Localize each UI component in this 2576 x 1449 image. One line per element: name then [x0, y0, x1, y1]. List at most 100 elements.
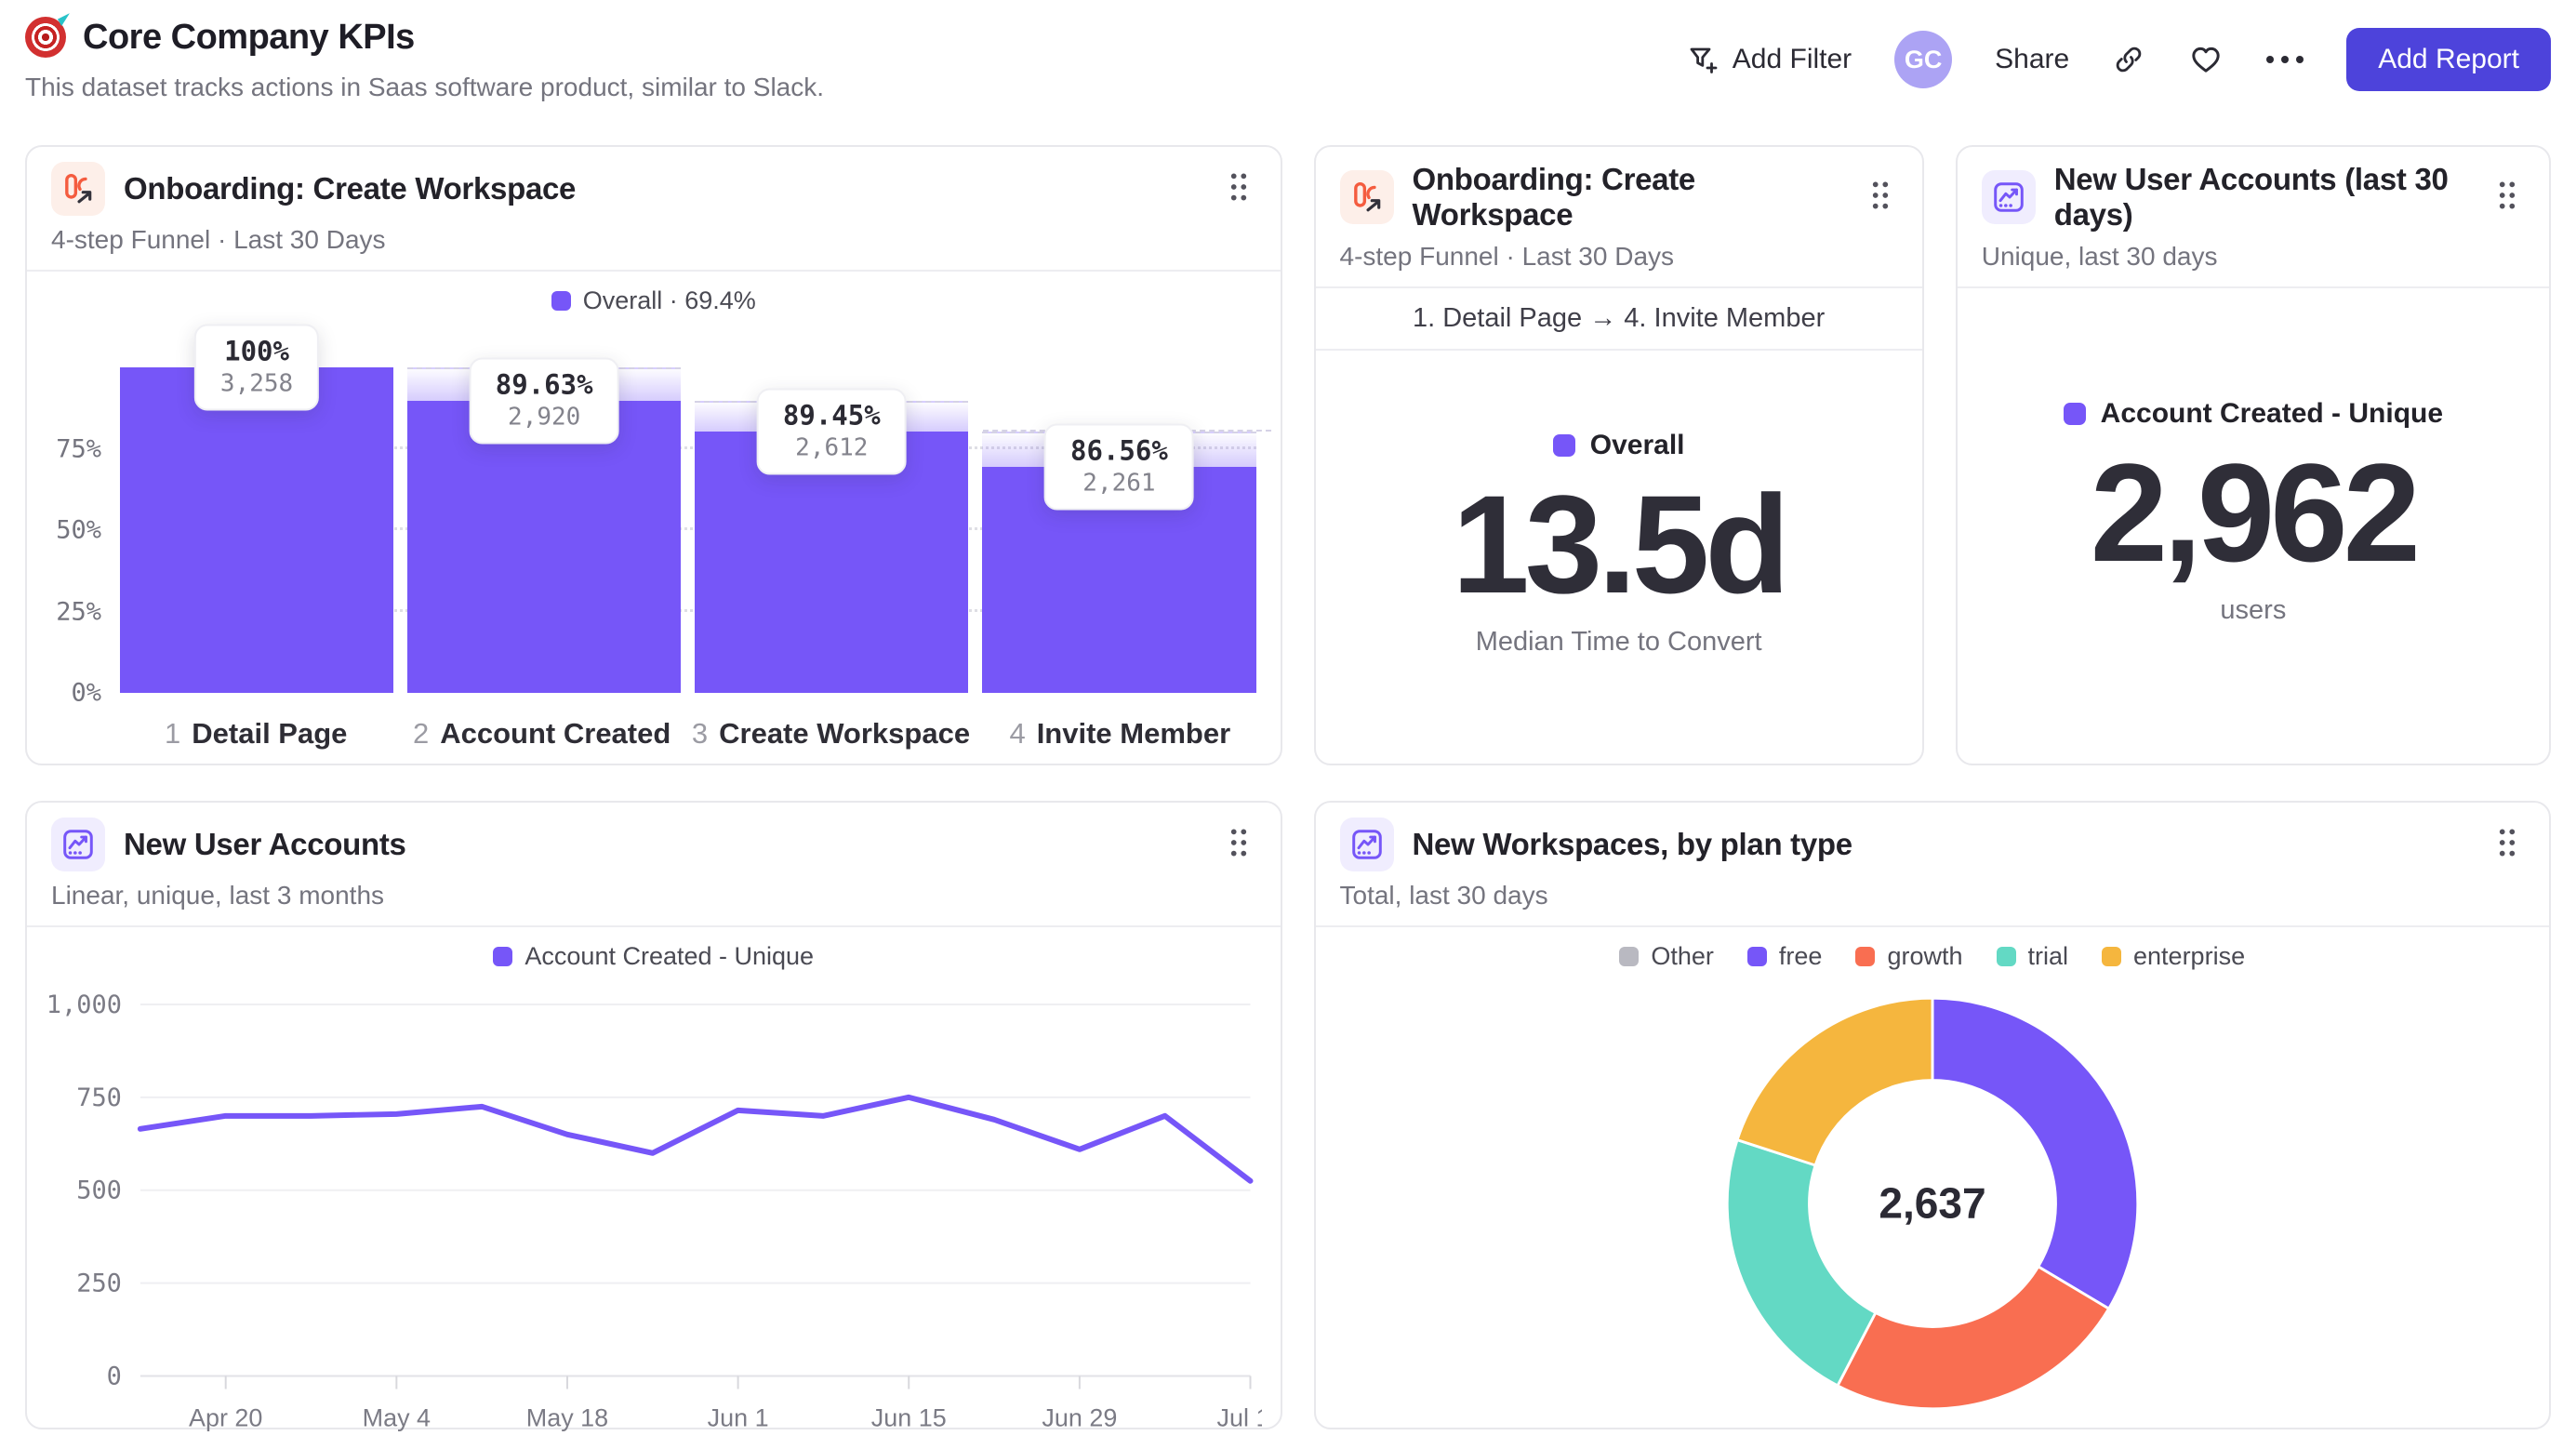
funnel-bar-step-3[interactable]: 89.45% 2,612	[695, 367, 969, 693]
legend-swatch	[551, 291, 571, 311]
svg-text:Apr 20: Apr 20	[189, 1403, 262, 1431]
drag-handle-icon[interactable]	[1223, 166, 1255, 212]
funnel-value-tooltip: 89.45% 2,612	[756, 388, 907, 475]
drag-handle-icon[interactable]	[2491, 175, 2523, 220]
metric-value: 13.5d	[1452, 465, 1790, 622]
card-subtitle: 4-step Funnel · Last 30 Days	[51, 225, 386, 254]
add-filter-button[interactable]: Add Filter	[1686, 43, 1852, 76]
card-title: New User Accounts (last 30 days)	[2053, 162, 2449, 232]
legend-item-trial[interactable]: trial	[1996, 942, 2069, 971]
funnel-legend: Overall · 69.4%	[27, 272, 1281, 315]
drag-handle-icon[interactable]	[1865, 175, 1896, 220]
insights-report-icon	[51, 818, 105, 871]
conversion-percent: 89.45%	[782, 399, 881, 432]
funnel-step-range: 1. Detail Page → 4. Invite Member	[1315, 288, 1922, 351]
funnel-bar-step-2[interactable]: 89.63% 2,920	[407, 357, 682, 693]
drag-handle-icon[interactable]	[2491, 822, 2523, 868]
favorite-button[interactable]	[2188, 42, 2224, 77]
accounts-line-chart-svg[interactable]: 0 250 500 750 1,000 Apr 20 May 4 May 18 Jun 1 Jun…	[47, 977, 1262, 1439]
donut-slice-enterprise[interactable]	[1735, 996, 1934, 1167]
svg-text:Jul 13: Jul 13	[1217, 1403, 1262, 1431]
card-new-user-accounts-30d: New User Accounts (last 30 days) Unique,…	[1955, 145, 2551, 765]
funnel-plot[interactable]: 100% 3,258 89.63% 2,920 89.45% 2,612 86.56% 2,2…	[120, 324, 1271, 693]
donut-slice-trial[interactable]	[1725, 1138, 1877, 1388]
card-title: Onboarding: Create Workspace	[1412, 162, 1696, 232]
legend-swatch	[1855, 947, 1876, 966]
drag-handle-icon[interactable]	[1223, 822, 1255, 868]
funnel-bar-fill	[120, 367, 394, 693]
board-page: Core Company KPIs This dataset tracks ac…	[0, 0, 2576, 1431]
card-header: Onboarding: Create Workspace 4-step Funn…	[27, 147, 1281, 272]
legend-item-free[interactable]: free	[1746, 942, 1822, 971]
dartboard-target-icon	[25, 17, 66, 58]
legend-item-account-created[interactable]: Account Created - Unique	[2063, 398, 2444, 430]
card-header: New User Accounts Linear, unique, last 3…	[27, 803, 1281, 927]
metric-caption: users	[2220, 595, 2287, 625]
more-menu-button[interactable]	[2266, 56, 2304, 63]
funnel-bar-step-4[interactable]: 86.56% 2,261	[982, 367, 1256, 693]
step-number: 3	[691, 717, 709, 750]
svg-text:May 18: May 18	[526, 1403, 608, 1431]
legend-label: Account Created - Unique	[524, 942, 815, 970]
legend-item-enterprise[interactable]: enterprise	[2102, 942, 2245, 971]
step-name: Detail Page	[192, 717, 348, 750]
svg-text:1,000: 1,000	[47, 990, 122, 1019]
donut-slice-growth[interactable]	[1836, 1265, 2110, 1411]
metric-value: 2,962	[2090, 434, 2421, 591]
legend-label: trial	[2027, 942, 2069, 970]
donut-chart[interactable]: 2,637	[1316, 971, 2549, 1428]
step-name: Create Workspace	[719, 717, 971, 750]
insights-report-icon	[1339, 818, 1394, 871]
legend-label: Other	[1651, 942, 1714, 970]
legend-label: enterprise	[2133, 942, 2246, 970]
donut-slice-free[interactable]	[1931, 996, 2139, 1310]
copy-link-button[interactable]	[2112, 43, 2145, 76]
plan-donut-svg[interactable]: 2,637	[1709, 980, 2156, 1427]
conversion-percent: 86.56%	[1070, 434, 1168, 467]
legend-item-overall[interactable]: Overall	[1552, 429, 1685, 461]
funnel-value-tooltip: 86.56% 2,261	[1044, 423, 1194, 511]
card-title: New Workspaces, by plan type	[1412, 827, 1853, 861]
step-name: Invite Member	[1036, 717, 1231, 750]
legend-item-growth[interactable]: growth	[1855, 942, 1963, 971]
legend-swatch	[2063, 403, 2086, 425]
legend-label: Account Created - Unique	[2100, 398, 2444, 429]
share-button[interactable]: Share	[1995, 44, 2069, 75]
line-chart-legend: Account Created - Unique	[27, 927, 1281, 971]
legend-item-account-created[interactable]: Account Created - Unique	[493, 942, 814, 971]
card-header: New Workspaces, by plan type Total, last…	[1315, 803, 2549, 927]
step-count: 2,920	[508, 403, 581, 432]
card-title: Onboarding: Create Workspace	[124, 171, 577, 206]
card-header: New User Accounts (last 30 days) Unique,…	[1957, 147, 2549, 288]
legend-swatch	[2102, 947, 2122, 966]
card-subtitle: Total, last 30 days	[1339, 881, 1548, 910]
line-chart[interactable]: 0 250 500 750 1,000 Apr 20 May 4 May 18 Jun 1 Jun…	[27, 971, 1281, 1439]
ellipsis-icon	[2266, 56, 2304, 63]
funnel-y-tick-label: 25%	[56, 597, 101, 626]
funnel-x-labels: 1 Detail Page 2 Account Created 3 Create Work…	[27, 693, 1281, 751]
card-median-time-to-convert: Onboarding: Create Workspace 4-step Funn…	[1313, 145, 1924, 765]
funnel-bar-step-1[interactable]: 100% 3,258	[120, 324, 394, 693]
step-number: 2	[413, 717, 430, 750]
svg-text:250: 250	[76, 1270, 122, 1298]
legend-item-overall[interactable]: Overall · 69.4%	[551, 286, 756, 315]
avatar[interactable]: GC	[1894, 31, 1953, 88]
add-report-button[interactable]: Add Report	[2346, 28, 2551, 91]
card-subtitle: 4-step Funnel · Last 30 Days	[1339, 242, 1675, 271]
step-number: 1	[165, 717, 181, 750]
legend-item-other[interactable]: Other	[1619, 942, 1714, 971]
legend-swatch	[1996, 947, 2016, 966]
funnel-report-icon	[51, 162, 105, 216]
metric-caption: Median Time to Convert	[1475, 626, 1762, 657]
insights-report-icon	[1981, 170, 2036, 224]
legend-swatch	[1619, 947, 1640, 966]
donut-center-value: 2,637	[1879, 1178, 1985, 1227]
step-count: 2,261	[1082, 469, 1156, 498]
legend-swatch	[1746, 947, 1767, 966]
card-new-user-accounts-trend: New User Accounts Linear, unique, last 3…	[25, 801, 1282, 1431]
legend-label: Overall	[1589, 429, 1685, 460]
conversion-percent: 89.63%	[495, 368, 593, 401]
funnel-y-axis: 75% 50% 25% 0%	[46, 367, 120, 708]
funnel-y-tick-label: 75%	[56, 434, 101, 463]
legend-label: growth	[1887, 942, 1963, 970]
